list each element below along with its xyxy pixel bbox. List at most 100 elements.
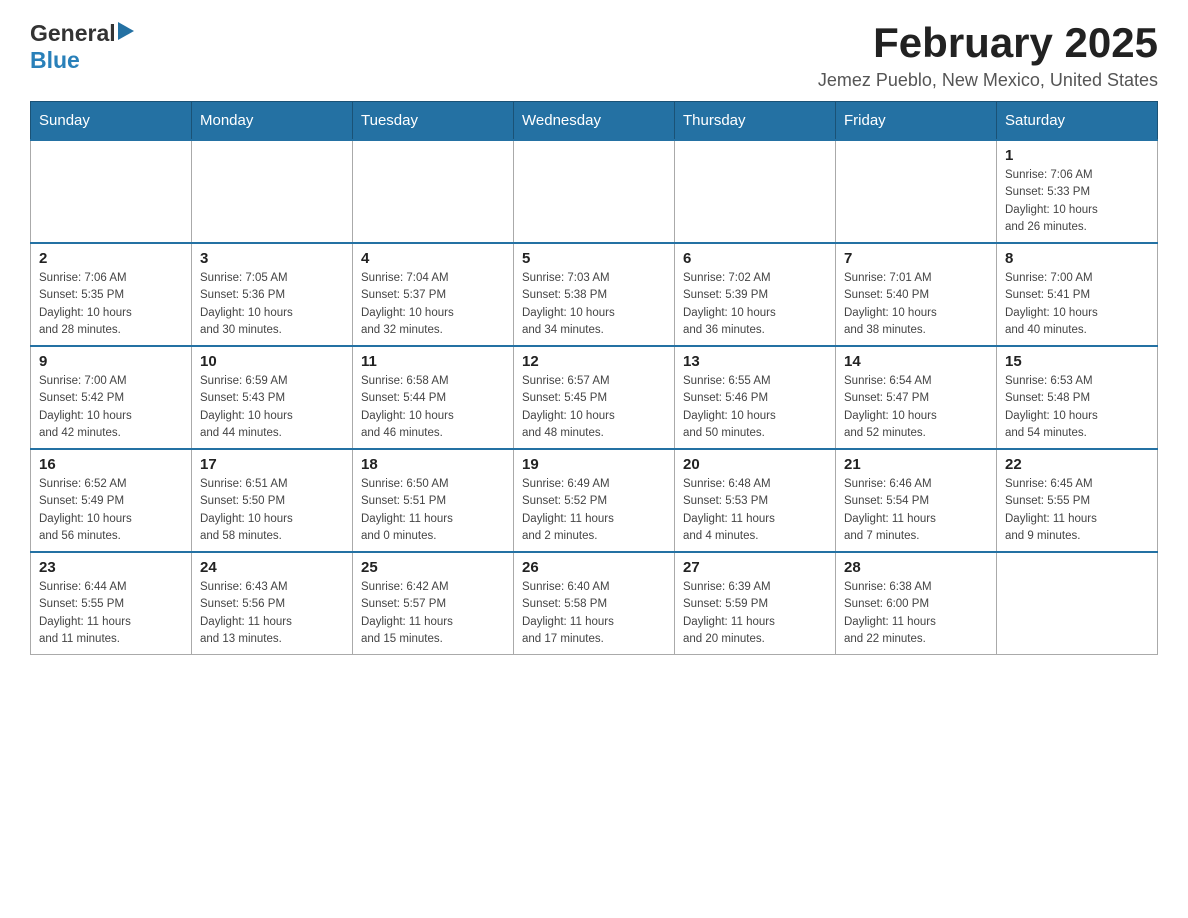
day-sun-info: Sunrise: 6:55 AMSunset: 5:46 PMDaylight:… [683, 373, 827, 442]
day-number: 4 [361, 250, 505, 267]
calendar-day-cell: 23 Sunrise: 6:44 AMSunset: 5:55 PMDayligh… [31, 552, 192, 655]
col-monday: Monday [192, 102, 353, 141]
day-sun-info: Sunrise: 6:42 AMSunset: 5:57 PMDaylight:… [361, 579, 505, 648]
calendar-day-cell [836, 140, 997, 243]
day-sun-info: Sunrise: 6:51 AMSunset: 5:50 PMDaylight:… [200, 476, 344, 545]
calendar-day-cell: 2 Sunrise: 7:06 AMSunset: 5:35 PMDaylight… [31, 243, 192, 346]
day-sun-info: Sunrise: 7:04 AMSunset: 5:37 PMDaylight:… [361, 270, 505, 339]
day-number: 21 [844, 456, 988, 473]
calendar-header-row: Sunday Monday Tuesday Wednesday Thursday… [31, 102, 1158, 141]
day-sun-info: Sunrise: 6:59 AMSunset: 5:43 PMDaylight:… [200, 373, 344, 442]
day-sun-info: Sunrise: 7:01 AMSunset: 5:40 PMDaylight:… [844, 270, 988, 339]
day-sun-info: Sunrise: 6:58 AMSunset: 5:44 PMDaylight:… [361, 373, 505, 442]
col-saturday: Saturday [997, 102, 1158, 141]
day-number: 23 [39, 559, 183, 576]
calendar-day-cell: 9 Sunrise: 7:00 AMSunset: 5:42 PMDaylight… [31, 346, 192, 449]
day-sun-info: Sunrise: 6:39 AMSunset: 5:59 PMDaylight:… [683, 579, 827, 648]
col-friday: Friday [836, 102, 997, 141]
day-number: 24 [200, 559, 344, 576]
col-thursday: Thursday [675, 102, 836, 141]
day-sun-info: Sunrise: 7:06 AMSunset: 5:33 PMDaylight:… [1005, 167, 1149, 236]
day-sun-info: Sunrise: 6:44 AMSunset: 5:55 PMDaylight:… [39, 579, 183, 648]
day-number: 26 [522, 559, 666, 576]
calendar-week-2: 2 Sunrise: 7:06 AMSunset: 5:35 PMDaylight… [31, 243, 1158, 346]
day-sun-info: Sunrise: 6:40 AMSunset: 5:58 PMDaylight:… [522, 579, 666, 648]
day-sun-info: Sunrise: 6:38 AMSunset: 6:00 PMDaylight:… [844, 579, 988, 648]
calendar-day-cell: 25 Sunrise: 6:42 AMSunset: 5:57 PMDayligh… [353, 552, 514, 655]
day-sun-info: Sunrise: 7:00 AMSunset: 5:41 PMDaylight:… [1005, 270, 1149, 339]
day-number: 9 [39, 353, 183, 370]
day-sun-info: Sunrise: 6:43 AMSunset: 5:56 PMDaylight:… [200, 579, 344, 648]
day-number: 7 [844, 250, 988, 267]
day-number: 19 [522, 456, 666, 473]
day-sun-info: Sunrise: 6:52 AMSunset: 5:49 PMDaylight:… [39, 476, 183, 545]
day-sun-info: Sunrise: 6:54 AMSunset: 5:47 PMDaylight:… [844, 373, 988, 442]
day-number: 28 [844, 559, 988, 576]
day-number: 3 [200, 250, 344, 267]
calendar-day-cell: 27 Sunrise: 6:39 AMSunset: 5:59 PMDayligh… [675, 552, 836, 655]
day-number: 25 [361, 559, 505, 576]
day-sun-info: Sunrise: 7:02 AMSunset: 5:39 PMDaylight:… [683, 270, 827, 339]
calendar-day-cell: 21 Sunrise: 6:46 AMSunset: 5:54 PMDayligh… [836, 449, 997, 552]
calendar-table: Sunday Monday Tuesday Wednesday Thursday… [30, 101, 1158, 655]
day-sun-info: Sunrise: 6:49 AMSunset: 5:52 PMDaylight:… [522, 476, 666, 545]
day-sun-info: Sunrise: 7:06 AMSunset: 5:35 PMDaylight:… [39, 270, 183, 339]
col-sunday: Sunday [31, 102, 192, 141]
day-number: 27 [683, 559, 827, 576]
day-sun-info: Sunrise: 6:48 AMSunset: 5:53 PMDaylight:… [683, 476, 827, 545]
day-number: 2 [39, 250, 183, 267]
calendar-week-3: 9 Sunrise: 7:00 AMSunset: 5:42 PMDaylight… [31, 346, 1158, 449]
calendar-day-cell: 1 Sunrise: 7:06 AMSunset: 5:33 PMDaylight… [997, 140, 1158, 243]
calendar-day-cell: 18 Sunrise: 6:50 AMSunset: 5:51 PMDayligh… [353, 449, 514, 552]
day-sun-info: Sunrise: 6:45 AMSunset: 5:55 PMDaylight:… [1005, 476, 1149, 545]
calendar-day-cell: 7 Sunrise: 7:01 AMSunset: 5:40 PMDaylight… [836, 243, 997, 346]
calendar-day-cell: 11Sunrise: 6:58 AMSunset: 5:44 PMDayligh… [353, 346, 514, 449]
day-sun-info: Sunrise: 6:53 AMSunset: 5:48 PMDaylight:… [1005, 373, 1149, 442]
calendar-day-cell: 24 Sunrise: 6:43 AMSunset: 5:56 PMDayligh… [192, 552, 353, 655]
calendar-day-cell: 20 Sunrise: 6:48 AMSunset: 5:53 PMDayligh… [675, 449, 836, 552]
logo: General Blue [30, 20, 134, 74]
logo-general-text: General [30, 20, 116, 47]
calendar-week-5: 23 Sunrise: 6:44 AMSunset: 5:55 PMDayligh… [31, 552, 1158, 655]
calendar-week-1: 1 Sunrise: 7:06 AMSunset: 5:33 PMDaylight… [31, 140, 1158, 243]
day-sun-info: Sunrise: 6:50 AMSunset: 5:51 PMDaylight:… [361, 476, 505, 545]
day-number: 18 [361, 456, 505, 473]
calendar-day-cell: 28 Sunrise: 6:38 AMSunset: 6:00 PMDayligh… [836, 552, 997, 655]
title-section: February 2025 Jemez Pueblo, New Mexico, … [818, 20, 1158, 91]
day-sun-info: Sunrise: 6:57 AMSunset: 5:45 PMDaylight:… [522, 373, 666, 442]
calendar-day-cell: 8 Sunrise: 7:00 AMSunset: 5:41 PMDaylight… [997, 243, 1158, 346]
day-number: 22 [1005, 456, 1149, 473]
day-number: 14 [844, 353, 988, 370]
day-number: 1 [1005, 147, 1149, 164]
calendar-day-cell [514, 140, 675, 243]
calendar-week-4: 16 Sunrise: 6:52 AMSunset: 5:49 PMDayligh… [31, 449, 1158, 552]
day-sun-info: Sunrise: 6:46 AMSunset: 5:54 PMDaylight:… [844, 476, 988, 545]
day-number: 8 [1005, 250, 1149, 267]
calendar-day-cell: 19 Sunrise: 6:49 AMSunset: 5:52 PMDayligh… [514, 449, 675, 552]
calendar-day-cell [675, 140, 836, 243]
calendar-day-cell [997, 552, 1158, 655]
day-number: 10 [200, 353, 344, 370]
calendar-day-cell [31, 140, 192, 243]
day-number: 20 [683, 456, 827, 473]
day-number: 6 [683, 250, 827, 267]
logo-blue-text: Blue [30, 47, 80, 73]
day-number: 16 [39, 456, 183, 473]
calendar-day-cell: 16 Sunrise: 6:52 AMSunset: 5:49 PMDayligh… [31, 449, 192, 552]
calendar-day-cell: 17Sunrise: 6:51 AMSunset: 5:50 PMDayligh… [192, 449, 353, 552]
page-header: General Blue February 2025 Jemez Pueblo,… [30, 20, 1158, 91]
day-number: 5 [522, 250, 666, 267]
col-tuesday: Tuesday [353, 102, 514, 141]
day-sun-info: Sunrise: 7:05 AMSunset: 5:36 PMDaylight:… [200, 270, 344, 339]
calendar-day-cell: 4 Sunrise: 7:04 AMSunset: 5:37 PMDaylight… [353, 243, 514, 346]
day-sun-info: Sunrise: 7:00 AMSunset: 5:42 PMDaylight:… [39, 373, 183, 442]
month-title: February 2025 [818, 20, 1158, 66]
calendar-day-cell: 13Sunrise: 6:55 AMSunset: 5:46 PMDayligh… [675, 346, 836, 449]
calendar-day-cell: 10 Sunrise: 6:59 AMSunset: 5:43 PMDayligh… [192, 346, 353, 449]
calendar-day-cell [353, 140, 514, 243]
calendar-day-cell: 6 Sunrise: 7:02 AMSunset: 5:39 PMDaylight… [675, 243, 836, 346]
calendar-day-cell: 22 Sunrise: 6:45 AMSunset: 5:55 PMDayligh… [997, 449, 1158, 552]
calendar-day-cell [192, 140, 353, 243]
calendar-day-cell: 12Sunrise: 6:57 AMSunset: 5:45 PMDayligh… [514, 346, 675, 449]
day-number: 15 [1005, 353, 1149, 370]
